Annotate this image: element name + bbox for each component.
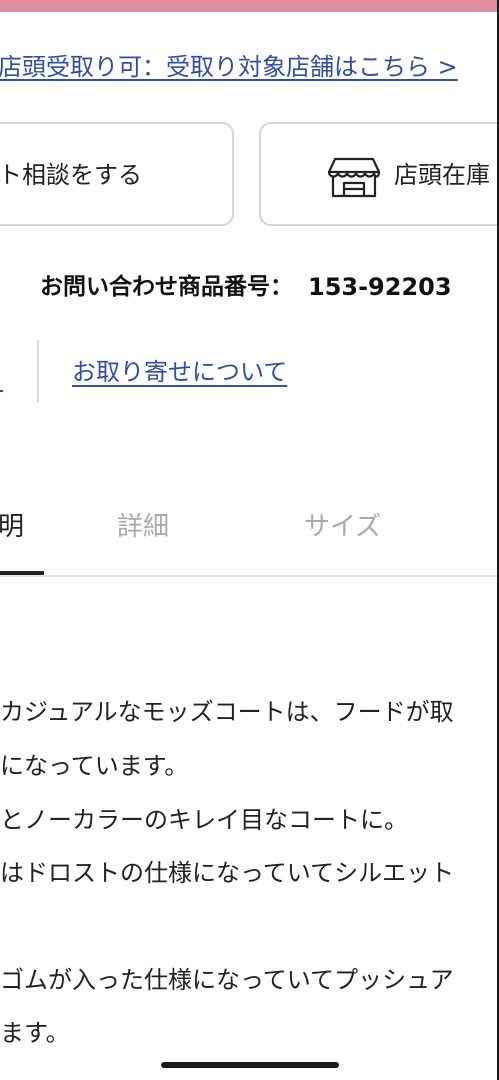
description-line: とノーカラーのキレイ目なコートに。 (0, 806, 408, 834)
top-accent-bar (0, 0, 499, 12)
store-stock-button[interactable]: 店頭在庫 (259, 122, 499, 226)
store-stock-label: 店頭在庫 (394, 161, 490, 189)
link-divider (37, 340, 39, 402)
chat-consult-button[interactable]: ット相談をする (0, 122, 234, 226)
description-line: カジュアルなモッズコートは、フードが取 (0, 698, 454, 726)
tab-size[interactable]: サイズ (304, 508, 381, 546)
tab-description[interactable]: 明 (0, 508, 24, 546)
description-line: ます。 (0, 1019, 70, 1047)
chat-consult-label: ット相談をする (0, 161, 142, 189)
store-icon (327, 157, 381, 198)
product-number: 153-92203 (308, 273, 452, 301)
description-line: はドロストの仕様になっていてシルエット (0, 859, 455, 887)
home-indicator[interactable] (161, 1062, 339, 1068)
tabs-divider (0, 575, 499, 577)
tab-details[interactable]: 詳細 (117, 508, 169, 546)
order-info-link[interactable]: お取り寄せについて (72, 355, 287, 389)
description-line (0, 906, 497, 950)
inquiry-label: お問い合わせ商品番号： (40, 274, 293, 300)
description-line: になっています。 (0, 752, 189, 780)
previous-link-fragment[interactable] (0, 390, 3, 392)
store-pickup-link[interactable]: 店頭受取り可：受取り対象店舗はこちら > (0, 50, 499, 86)
description-line: ゴムが入った仕様になっていてプッシュア (0, 966, 454, 994)
inquiry-product-number: お問い合わせ商品番号： 153-92203 (0, 268, 499, 308)
